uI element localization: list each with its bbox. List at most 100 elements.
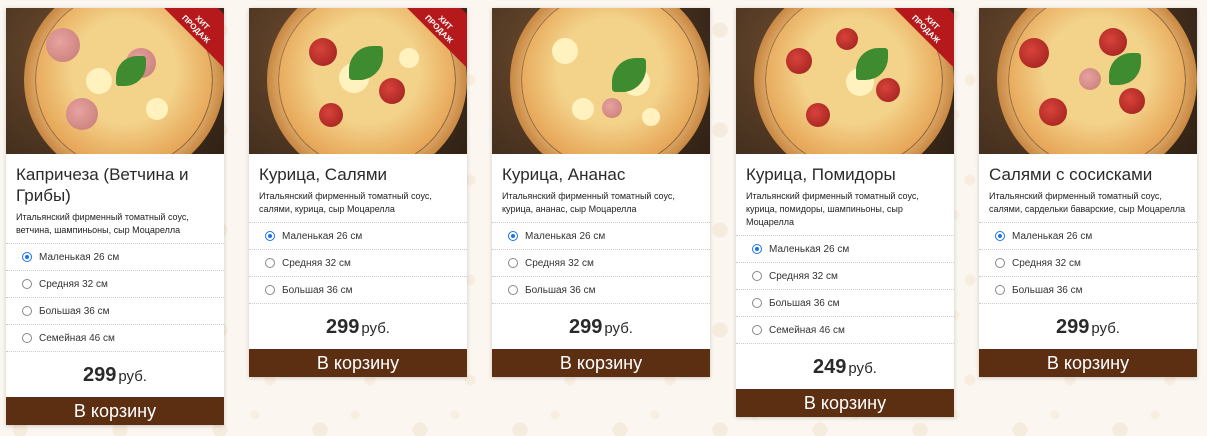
size-radio[interactable] (508, 231, 518, 241)
size-options: Маленькая 26 см Средняя 32 см Большая 36 с… (249, 222, 467, 304)
size-radio[interactable] (995, 285, 1005, 295)
topping (399, 48, 419, 68)
size-radio[interactable] (265, 258, 275, 268)
size-option[interactable]: Маленькая 26 см (249, 223, 467, 250)
add-to-cart-button[interactable]: В корзину (6, 397, 224, 425)
product-card: ХИТ ПРОДАЖ Курица, Салями Итальянский фирме… (249, 8, 467, 377)
topping (1019, 38, 1049, 68)
add-to-cart-button[interactable]: В корзину (736, 389, 954, 417)
size-option[interactable]: Средняя 32 см (249, 250, 467, 277)
product-description: Итальянский фирменный томатный соус, сал… (259, 191, 432, 214)
size-label: Семейная 46 см (39, 332, 115, 344)
add-to-cart-button[interactable]: В корзину (979, 349, 1197, 377)
size-label: Большая 36 см (282, 284, 353, 296)
price: 249 руб. (736, 344, 954, 389)
topping (46, 28, 80, 62)
size-radio[interactable] (752, 325, 762, 335)
product-photo[interactable]: ХИТ ПРОДАЖ (249, 8, 467, 154)
price-value: 299 (1056, 316, 1090, 338)
product-photo[interactable] (492, 8, 710, 154)
size-label: Средняя 32 см (769, 270, 838, 282)
size-radio[interactable] (22, 306, 32, 316)
topping (86, 68, 112, 94)
size-label: Маленькая 26 см (39, 251, 120, 263)
topping (1119, 88, 1145, 114)
size-label: Маленькая 26 см (1012, 230, 1093, 242)
size-option[interactable]: Большая 36 см (6, 298, 224, 325)
size-label: Средняя 32 см (525, 257, 594, 269)
product-description: Итальянский фирменный томатный соус, вет… (16, 212, 189, 235)
product-card: Салями с сосисками Итальянский фирменный … (979, 8, 1197, 377)
size-option[interactable]: Средняя 32 см (6, 271, 224, 298)
size-option[interactable]: Большая 36 см (979, 277, 1197, 304)
size-label: Большая 36 см (1012, 284, 1083, 296)
size-radio[interactable] (265, 231, 275, 241)
product-description: Итальянский фирменный томатный соус, сал… (989, 191, 1186, 214)
product-photo[interactable]: ХИТ ПРОДАЖ (6, 8, 224, 154)
size-radio[interactable] (508, 258, 518, 268)
product-photo[interactable] (979, 8, 1197, 154)
price-currency: руб. (848, 360, 877, 377)
product-info: Курица, Помидоры Итальянский фирменный то… (736, 154, 954, 235)
size-label: Маленькая 26 см (769, 243, 850, 255)
size-option[interactable]: Маленькая 26 см (6, 244, 224, 271)
price-currency: руб. (1091, 320, 1120, 337)
size-radio[interactable] (22, 333, 32, 343)
price: 299 руб. (979, 304, 1197, 349)
product-title[interactable]: Курица, Помидоры (746, 164, 944, 185)
size-label: Большая 36 см (525, 284, 596, 296)
size-radio[interactable] (22, 252, 32, 262)
size-radio[interactable] (22, 279, 32, 289)
size-option[interactable]: Большая 36 см (249, 277, 467, 304)
topping (876, 78, 900, 102)
size-radio[interactable] (752, 244, 762, 254)
size-label: Маленькая 26 см (282, 230, 363, 242)
pizza-topping-base (522, 8, 698, 154)
size-option[interactable]: Маленькая 26 см (736, 236, 954, 263)
size-radio[interactable] (265, 285, 275, 295)
product-info: Курица, Салями Итальянский фирменный тома… (249, 154, 467, 222)
size-label: Семейная 46 см (769, 324, 845, 336)
size-label: Средняя 32 см (1012, 257, 1081, 269)
topping (806, 103, 830, 127)
size-radio[interactable] (995, 258, 1005, 268)
product-card: ХИТ ПРОДАЖ Капричеза (Ветчина и Грибы) Итал… (6, 8, 224, 425)
price-currency: руб. (118, 368, 147, 385)
topping (379, 78, 405, 104)
size-option[interactable]: Большая 36 см (736, 290, 954, 317)
size-label: Средняя 32 см (39, 278, 108, 290)
price: 299 руб. (492, 304, 710, 349)
product-title[interactable]: Салями с сосисками (989, 164, 1187, 185)
price-value: 299 (569, 316, 603, 338)
product-title[interactable]: Курица, Салями (259, 164, 457, 185)
size-option[interactable]: Средняя 32 см (492, 250, 710, 277)
size-option[interactable]: Средняя 32 см (736, 263, 954, 290)
topping (572, 98, 594, 120)
size-option[interactable]: Семейная 46 см (736, 317, 954, 344)
topping (1079, 68, 1101, 90)
topping (602, 98, 622, 118)
product-title[interactable]: Курица, Ананас (502, 164, 700, 185)
topping (319, 103, 343, 127)
add-to-cart-button[interactable]: В корзину (492, 349, 710, 377)
size-label: Большая 36 см (39, 305, 110, 317)
add-to-cart-button[interactable]: В корзину (249, 349, 467, 377)
product-info: Курица, Ананас Итальянский фирменный тома… (492, 154, 710, 222)
size-radio[interactable] (508, 285, 518, 295)
size-radio[interactable] (752, 271, 762, 281)
price-value: 249 (813, 356, 847, 378)
product-info: Салями с сосисками Итальянский фирменный … (979, 154, 1197, 222)
size-options: Маленькая 26 см Средняя 32 см Большая 36 с… (492, 222, 710, 304)
size-option[interactable]: Маленькая 26 см (979, 223, 1197, 250)
size-label: Средняя 32 см (282, 257, 351, 269)
product-title[interactable]: Капричеза (Ветчина и Грибы) (16, 164, 214, 206)
product-photo[interactable]: ХИТ ПРОДАЖ (736, 8, 954, 154)
price-value: 299 (83, 364, 117, 386)
size-option[interactable]: Большая 36 см (492, 277, 710, 304)
size-option[interactable]: Средняя 32 см (979, 250, 1197, 277)
size-radio[interactable] (752, 298, 762, 308)
size-radio[interactable] (995, 231, 1005, 241)
size-option[interactable]: Семейная 46 см (6, 325, 224, 352)
topping (1099, 28, 1127, 56)
size-option[interactable]: Маленькая 26 см (492, 223, 710, 250)
